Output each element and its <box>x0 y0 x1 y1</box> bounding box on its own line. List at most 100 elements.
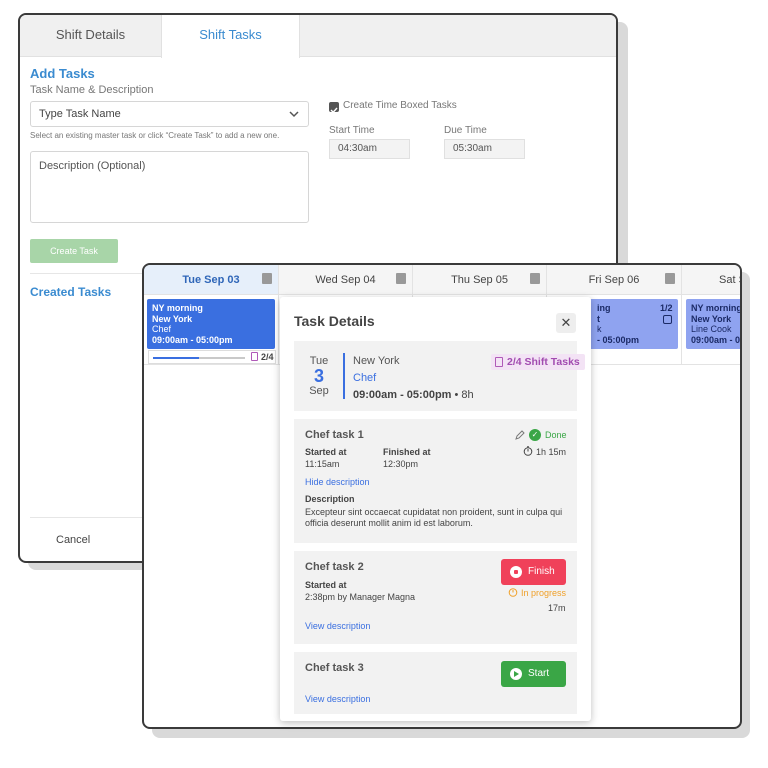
start-time-input[interactable]: 04:30am <box>329 139 410 159</box>
task-check-icon <box>663 315 672 324</box>
day-header-thu[interactable]: Thu Sep 05 <box>413 265 547 295</box>
task-name-select[interactable]: Type Task Name <box>30 101 309 127</box>
day-header-tue[interactable]: Tue Sep 03 <box>144 265 279 295</box>
clipboard-icon <box>251 352 258 361</box>
due-time-label: Due Time <box>444 125 487 136</box>
start-button[interactable]: Start <box>501 661 566 687</box>
cancel-button[interactable]: Cancel <box>56 534 90 546</box>
summary-hours: 09:00am - 05:00pm • 8h <box>353 389 474 401</box>
note-icon[interactable] <box>262 273 272 284</box>
finish-button[interactable]: Finish <box>501 559 566 585</box>
shift-tasks-badge-label: 2/4 Shift Tasks <box>507 356 580 368</box>
task-title: Chef task 2 <box>305 561 364 573</box>
day-header-label: Tue Sep 03 <box>182 274 240 286</box>
start-time-label: Start Time <box>329 125 375 136</box>
description-label: Description <box>305 494 355 504</box>
shift-task-progress: 2/4 <box>148 350 276 364</box>
day-header-sat[interactable]: Sat S <box>682 265 740 295</box>
shift-role: Chef <box>152 324 172 334</box>
date-month: Sep <box>309 385 329 397</box>
shift-task-count: 1/2 <box>660 303 673 313</box>
pencil-icon[interactable] <box>515 430 525 440</box>
summary-location: New York <box>353 355 400 367</box>
summary-duration: • 8h <box>454 389 474 401</box>
finish-label: Finish <box>528 566 555 577</box>
task-status-done: Done <box>545 430 567 440</box>
note-icon[interactable] <box>665 273 675 284</box>
close-button[interactable]: ✕ <box>556 313 576 333</box>
date-divider <box>343 353 345 399</box>
progress-label: 2/4 <box>261 352 274 362</box>
finished-label: Finished at <box>383 447 431 457</box>
task-card-1: Chef task 1 ✓ Done Started at 11:15am Fi… <box>294 419 577 543</box>
day-header-label: Sat S <box>719 274 740 286</box>
started-label: Started at <box>305 447 347 457</box>
shift-role: Line Cook <box>691 324 732 334</box>
task-name-desc-label: Task Name & Description <box>30 84 154 96</box>
shift-hours: 09:00am - 05:00pm <box>152 334 233 345</box>
day-header-label: Fri Sep 06 <box>588 274 640 286</box>
check-icon <box>330 107 338 114</box>
summary-hours-range: 09:00am - 05:00pm <box>353 389 452 401</box>
shift-summary-card: Tue 3 Sep New York Chef 09:00am - 05:00p… <box>294 341 585 411</box>
task-status-in-progress: In progress <box>521 588 567 598</box>
shift-hours: 09:00am - 05 <box>691 334 742 345</box>
day-header-label: Thu Sep 05 <box>451 274 508 286</box>
time-boxed-label: Create Time Boxed Tasks <box>343 100 457 111</box>
day-header-label: Wed Sep 04 <box>315 274 376 286</box>
description-placeholder: Description (Optional) <box>39 160 146 172</box>
progress-track <box>153 357 245 359</box>
day-column-sat: NY morning New York Line Cook 09:00am - … <box>682 295 742 365</box>
task-details-panel: Task Details ✕ Tue 3 Sep New York Chef 0… <box>280 297 591 721</box>
done-check-icon: ✓ <box>529 429 541 441</box>
close-icon: ✕ <box>560 315 572 330</box>
description-textarea[interactable]: Description (Optional) <box>30 151 309 223</box>
note-icon[interactable] <box>396 273 406 284</box>
date-day: 3 <box>313 366 324 386</box>
clipboard-icon <box>495 357 503 367</box>
time-boxed-checkbox[interactable] <box>329 102 339 114</box>
stopwatch-icon <box>508 588 518 597</box>
form-tab-bar: Shift Details Shift Tasks <box>20 15 616 58</box>
shift-title: NY morning <box>691 303 742 313</box>
stop-icon <box>510 566 522 578</box>
started-value: 2:38pm by Manager Magna <box>305 592 416 602</box>
due-time-input[interactable]: 05:30am <box>444 139 525 159</box>
create-task-button[interactable]: Create Task <box>30 239 118 263</box>
summary-role: Chef <box>353 372 377 384</box>
hide-description-link[interactable]: Hide description <box>305 477 370 487</box>
start-label: Start <box>528 668 550 679</box>
finished-value: 12:30pm <box>383 459 419 469</box>
task-title: Chef task 3 <box>305 662 364 674</box>
task-elapsed: 17m <box>548 603 566 613</box>
started-label: Started at <box>305 580 347 590</box>
shift-card-sat[interactable]: NY morning New York Line Cook 09:00am - … <box>686 299 742 349</box>
date-block: Tue 3 Sep <box>304 355 334 397</box>
play-icon <box>510 668 522 680</box>
started-value: 11:15am <box>305 459 340 469</box>
created-tasks-title: Created Tasks <box>30 285 112 299</box>
progress-fill <box>153 357 199 359</box>
tab-shift-details[interactable]: Shift Details <box>20 15 161 57</box>
note-icon[interactable] <box>530 273 540 284</box>
day-header-fri[interactable]: Fri Sep 06 <box>547 265 682 295</box>
shift-title: NY morning <box>152 303 203 313</box>
task-hint: Select an existing master task or click … <box>30 131 280 140</box>
view-description-link[interactable]: View description <box>305 694 370 704</box>
task-duration: 1h 15m <box>536 447 567 457</box>
day-header-wed[interactable]: Wed Sep 04 <box>279 265 413 295</box>
shift-card-tue[interactable]: NY morning New York Chef 09:00am - 05:00… <box>147 299 275 349</box>
tab-shift-tasks[interactable]: Shift Tasks <box>161 15 300 58</box>
task-card-3: Chef task 3 Start View description <box>294 652 577 714</box>
stopwatch-icon <box>523 446 533 456</box>
description-text: Excepteur sint occaecat cupidatat non pr… <box>305 507 563 528</box>
chevron-down-icon <box>289 111 299 118</box>
task-name-value: Type Task Name <box>39 108 121 120</box>
view-description-link[interactable]: View description <box>305 621 370 631</box>
shift-location: New York <box>152 313 193 324</box>
shift-tasks-badge[interactable]: 2/4 Shift Tasks <box>491 354 585 370</box>
panel-title: Task Details <box>294 313 375 329</box>
task-title: Chef task 1 <box>305 429 364 441</box>
footer-divider <box>30 517 150 518</box>
shift-location: New York <box>691 313 732 324</box>
